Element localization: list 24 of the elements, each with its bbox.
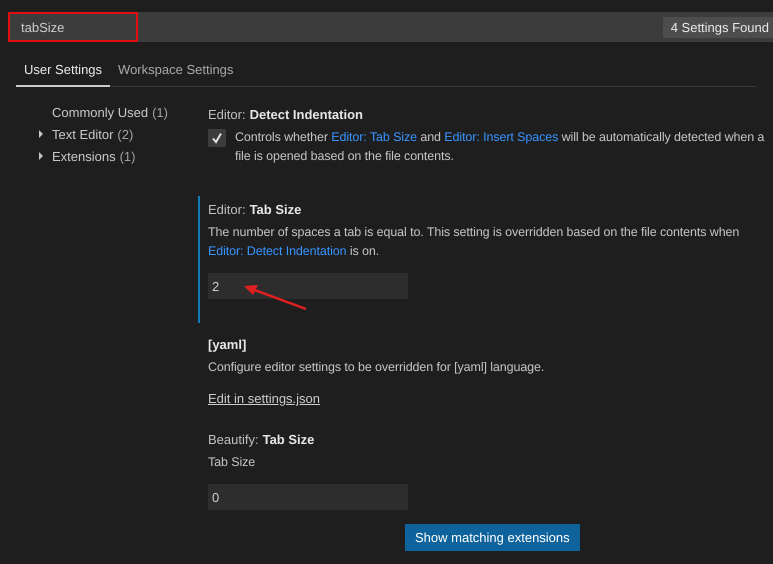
check-icon [211, 132, 223, 144]
number-field[interactable]: 0 [208, 484, 408, 510]
setting-title: [yaml] [208, 337, 248, 352]
tree-item[interactable]: Commonly Used (1) [38, 101, 208, 123]
show-extensions-button[interactable]: Show matching extensions [405, 524, 580, 551]
setting-description: Configure editor settings to be overridden for [yaml] language. [208, 359, 546, 376]
results-count: 4 Settings Found [662, 16, 773, 38]
setting-link[interactable]: Editor: Detect Indentation [208, 244, 346, 258]
setting-title: Beautify: Tab Size [208, 432, 316, 447]
setting-title: Editor: Detect Indentation [208, 107, 364, 122]
number-field[interactable]: 2 [208, 273, 408, 299]
setting-title: Editor: Tab Size [208, 202, 302, 217]
setting-link[interactable]: Editor: Tab Size [331, 130, 417, 144]
search-field[interactable]: tabSize [8, 12, 138, 42]
setting-description: The number of spaces a tab is equal to. This setting is overridden based on the file contents when Editor: Detect Indentation is on. [208, 224, 740, 260]
tree-item[interactable]: Extensions (1) [38, 145, 208, 167]
settings-tab[interactable]: Workspace Settings [110, 56, 242, 87]
checkbox[interactable] [208, 129, 226, 147]
setting-link[interactable]: Editor: Insert Spaces [444, 130, 558, 144]
setting-description: Controls whether Editor: Tab Size and Editor: Insert Spaces will be automatically detected when a file is opened based on the file contents. [235, 129, 766, 165]
setting-description: Tab Size [208, 454, 256, 471]
edit-link[interactable]: Edit in settings.json [208, 391, 320, 406]
settings-tab[interactable]: User Settings [16, 56, 110, 87]
tree-item[interactable]: Text Editor (2) [38, 123, 208, 145]
